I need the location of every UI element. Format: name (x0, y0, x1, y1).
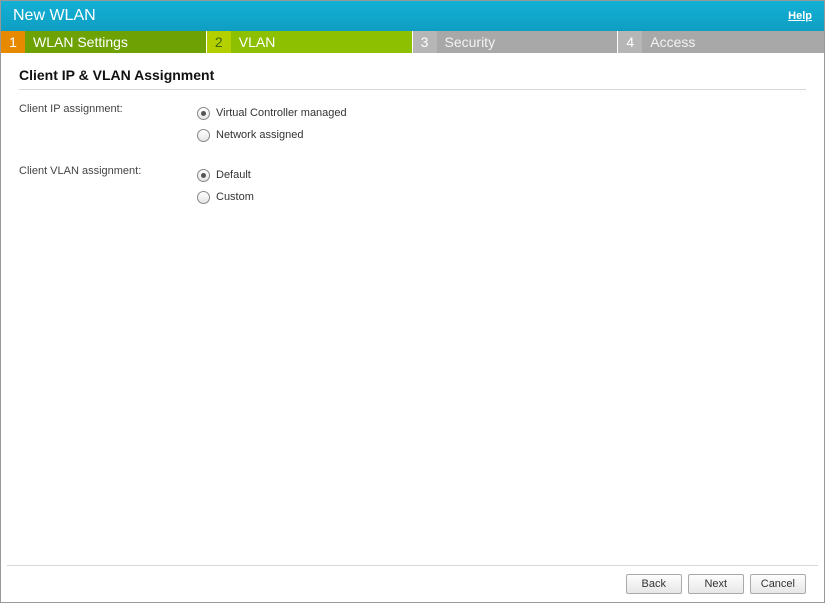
cancel-button[interactable]: Cancel (750, 574, 806, 594)
radio-option-custom[interactable]: Custom (197, 186, 806, 208)
content-area: Client IP & VLAN Assignment Client IP as… (1, 53, 824, 565)
radio-label: Custom (216, 191, 254, 203)
radio-label: Network assigned (216, 129, 303, 141)
step-number: 1 (1, 31, 25, 53)
step-access[interactable]: 4 Access (618, 31, 824, 53)
client-ip-label: Client IP assignment: (19, 102, 197, 115)
footer-buttons: Back Next Cancel (7, 565, 818, 602)
step-vlan[interactable]: 2 VLAN (207, 31, 413, 53)
client-ip-options: Virtual Controller managed Network assig… (197, 102, 806, 146)
radio-option-vc-managed[interactable]: Virtual Controller managed (197, 102, 806, 124)
row-client-ip: Client IP assignment: Virtual Controller… (19, 102, 806, 146)
dialog-new-wlan: New WLAN Help 1 WLAN Settings 2 VLAN 3 S… (0, 0, 825, 603)
next-button[interactable]: Next (688, 574, 744, 594)
titlebar: New WLAN Help (1, 1, 824, 31)
section-title: Client IP & VLAN Assignment (19, 67, 806, 90)
radio-icon[interactable] (197, 107, 210, 120)
step-label: Security (437, 31, 619, 53)
wizard-steps: 1 WLAN Settings 2 VLAN 3 Security 4 Acce… (1, 31, 824, 53)
radio-label: Virtual Controller managed (216, 107, 347, 119)
window-title: New WLAN (13, 7, 788, 25)
row-client-vlan: Client VLAN assignment: Default Custom (19, 164, 806, 208)
radio-option-network-assigned[interactable]: Network assigned (197, 124, 806, 146)
radio-icon[interactable] (197, 169, 210, 182)
radio-icon[interactable] (197, 191, 210, 204)
step-security[interactable]: 3 Security (413, 31, 619, 53)
back-button[interactable]: Back (626, 574, 682, 594)
radio-icon[interactable] (197, 129, 210, 142)
radio-label: Default (216, 169, 251, 181)
radio-option-default[interactable]: Default (197, 164, 806, 186)
step-number: 3 (413, 31, 437, 53)
help-link[interactable]: Help (788, 10, 812, 22)
step-number: 2 (207, 31, 231, 53)
step-wlan-settings[interactable]: 1 WLAN Settings (1, 31, 207, 53)
step-label: VLAN (231, 31, 413, 53)
client-vlan-label: Client VLAN assignment: (19, 164, 197, 177)
step-number: 4 (618, 31, 642, 53)
client-vlan-options: Default Custom (197, 164, 806, 208)
step-label: WLAN Settings (25, 31, 207, 53)
step-label: Access (642, 31, 824, 53)
